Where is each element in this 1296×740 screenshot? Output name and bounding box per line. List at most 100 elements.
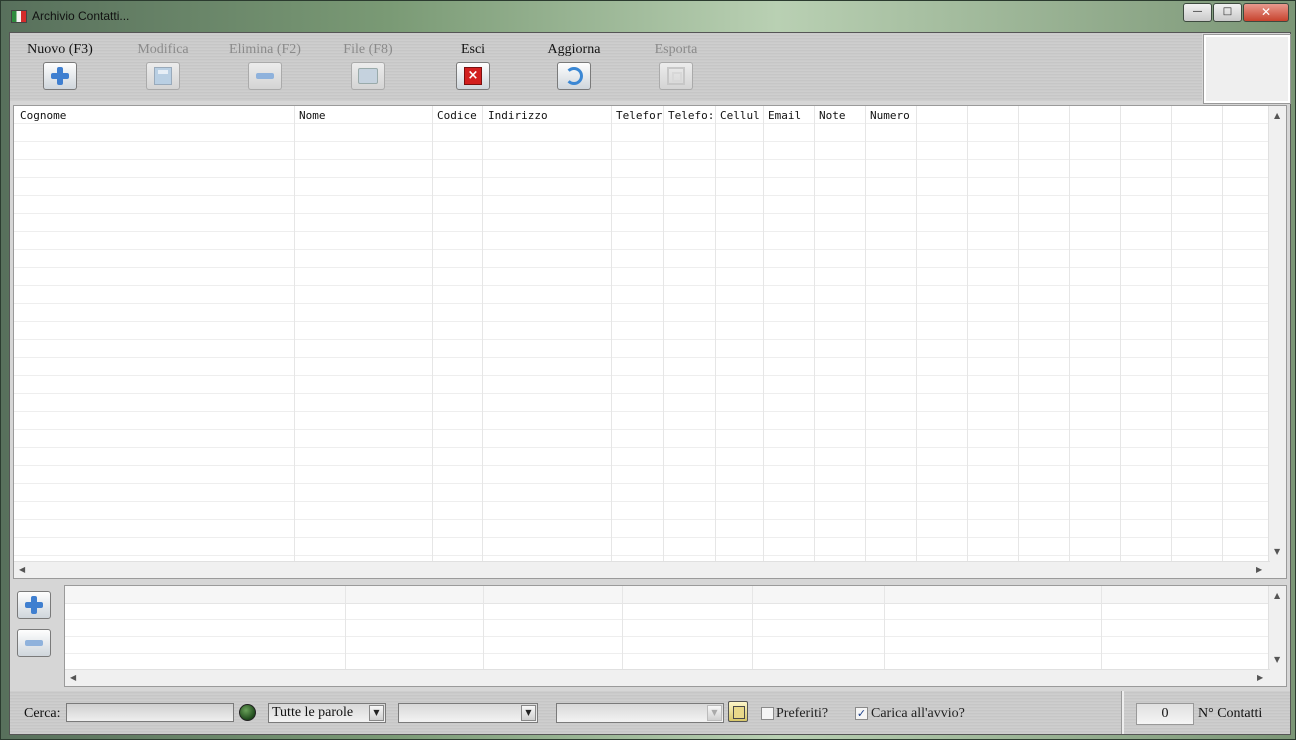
column-separator[interactable]: [814, 106, 815, 563]
app-window: Archivio Contatti... — □ ✕ Nuovo (F3) Mo…: [0, 0, 1296, 740]
carica-checkbox[interactable]: ✓: [855, 707, 868, 720]
column-separator[interactable]: [1222, 106, 1223, 563]
column-header-cellulare[interactable]: Cellul: [720, 109, 762, 122]
column-separator[interactable]: [611, 106, 612, 563]
scroll-left-icon[interactable]: ◀: [19, 566, 25, 574]
export-tool[interactable]: Esporta: [626, 42, 726, 94]
column-header-note[interactable]: Note: [819, 109, 864, 122]
search-input[interactable]: [66, 703, 234, 722]
scroll-down-icon[interactable]: ▼: [1274, 656, 1280, 664]
edit-button[interactable]: [146, 62, 180, 90]
delete-button[interactable]: [248, 62, 282, 90]
column-separator[interactable]: [483, 586, 484, 671]
close-window-button[interactable]: ✕: [1243, 3, 1289, 22]
minus-icon: [25, 640, 43, 646]
edit-label: Modifica: [137, 42, 189, 57]
column-separator[interactable]: [916, 106, 917, 563]
search-mode-value: Tutte le parole: [272, 705, 354, 720]
column-separator[interactable]: [663, 106, 664, 563]
column-separator[interactable]: [1120, 106, 1121, 563]
contact-count: 0: [1136, 703, 1194, 725]
chevron-down-icon[interactable]: ▼: [521, 705, 536, 721]
detail-grid[interactable]: ▲ ▼ ◀ ▶: [64, 585, 1287, 687]
column-separator[interactable]: [865, 106, 866, 563]
column-separator[interactable]: [715, 106, 716, 563]
chevron-down-icon[interactable]: ▼: [369, 705, 384, 721]
column-header-numero[interactable]: Numero: [870, 109, 915, 122]
column-separator[interactable]: [884, 586, 885, 671]
file-tool[interactable]: File (F8): [318, 42, 418, 94]
exit-tool[interactable]: Esci ×: [423, 42, 523, 94]
scroll-right-icon[interactable]: ▶: [1256, 566, 1262, 574]
scroll-up-icon[interactable]: ▲: [1274, 592, 1280, 600]
column-separator[interactable]: [294, 106, 295, 563]
column-separator[interactable]: [752, 586, 753, 671]
refresh-label: Aggiorna: [547, 42, 601, 57]
new-label: Nuovo (F3): [27, 42, 93, 57]
minimize-button[interactable]: —: [1183, 3, 1212, 22]
maximize-button[interactable]: □: [1213, 3, 1242, 22]
delete-label: Elimina (F2): [229, 42, 301, 57]
detail-horizontal-scrollbar[interactable]: ◀ ▶: [65, 669, 1270, 686]
column-separator[interactable]: [432, 106, 433, 563]
column-separator[interactable]: [1171, 106, 1172, 563]
refresh-tool[interactable]: Aggiorna: [524, 42, 624, 94]
column-header-telefono2[interactable]: Telefo:: [668, 109, 714, 122]
add-detail-button[interactable]: [17, 591, 51, 619]
title-bar[interactable]: Archivio Contatti... — □ ✕: [1, 1, 1295, 31]
vertical-scrollbar[interactable]: ▲ ▼: [1268, 106, 1286, 563]
scroll-left-icon[interactable]: ◀: [70, 674, 76, 682]
filter-select-2[interactable]: ▼: [556, 703, 724, 723]
search-mode-select[interactable]: Tutte le parole ▼: [268, 703, 386, 723]
toolbar: Nuovo (F3) Modifica Elimina (F2) File (F…: [10, 33, 1202, 101]
filter-select-1[interactable]: ▼: [398, 703, 538, 723]
refresh-icon: [565, 67, 583, 85]
status-led-icon: [239, 704, 256, 721]
new-tool[interactable]: Nuovo (F3): [10, 42, 110, 94]
column-header-nome[interactable]: Nome: [299, 109, 429, 122]
export-button[interactable]: [659, 62, 693, 90]
column-header-codice[interactable]: Codice: [437, 109, 481, 122]
scroll-up-icon[interactable]: ▲: [1274, 112, 1280, 120]
chevron-down-icon[interactable]: ▼: [707, 705, 722, 721]
exit-button[interactable]: ×: [456, 62, 490, 90]
column-separator[interactable]: [1101, 586, 1102, 671]
column-separator[interactable]: [763, 106, 764, 563]
edit-icon: [154, 67, 172, 85]
calculator-button[interactable]: [728, 701, 748, 722]
scroll-down-icon[interactable]: ▼: [1274, 548, 1280, 556]
scroll-right-icon[interactable]: ▶: [1257, 674, 1263, 682]
scroll-corner: [1269, 670, 1286, 686]
horizontal-scrollbar[interactable]: ◀ ▶: [14, 561, 1270, 578]
column-header-cognome[interactable]: Cognome: [20, 109, 290, 122]
client-area: Nuovo (F3) Modifica Elimina (F2) File (F…: [9, 32, 1291, 735]
export-icon: [667, 67, 685, 85]
new-button[interactable]: [43, 62, 77, 90]
column-separator[interactable]: [622, 586, 623, 671]
contacts-grid[interactable]: Cognome Nome Codice Indirizzo Telefor Te…: [13, 105, 1287, 579]
detail-grid-rows: [65, 603, 1270, 671]
edit-tool[interactable]: Modifica: [113, 42, 213, 94]
carica-label: Carica all'avvio?: [871, 706, 965, 721]
column-header-indirizzo[interactable]: Indirizzo: [488, 109, 608, 122]
column-separator[interactable]: [967, 106, 968, 563]
plus-icon: [51, 67, 69, 85]
file-icon: [358, 68, 378, 84]
column-header-email[interactable]: Email: [768, 109, 813, 122]
contact-count-label: N° Contatti: [1198, 706, 1263, 721]
grid-rows: [14, 106, 1270, 563]
preferiti-label: Preferiti?: [776, 706, 829, 721]
column-separator[interactable]: [1069, 106, 1070, 563]
file-button[interactable]: [351, 62, 385, 90]
column-separator[interactable]: [345, 586, 346, 671]
file-label: File (F8): [343, 42, 393, 57]
preferiti-checkbox[interactable]: [761, 707, 774, 720]
column-header-telefono1[interactable]: Telefor: [616, 109, 662, 122]
export-label: Esporta: [654, 42, 698, 57]
detail-vertical-scrollbar[interactable]: ▲ ▼: [1268, 586, 1286, 671]
remove-detail-button[interactable]: [17, 629, 51, 657]
delete-tool[interactable]: Elimina (F2): [215, 42, 315, 94]
column-separator[interactable]: [482, 106, 483, 563]
column-separator[interactable]: [1018, 106, 1019, 563]
refresh-button[interactable]: [557, 62, 591, 90]
